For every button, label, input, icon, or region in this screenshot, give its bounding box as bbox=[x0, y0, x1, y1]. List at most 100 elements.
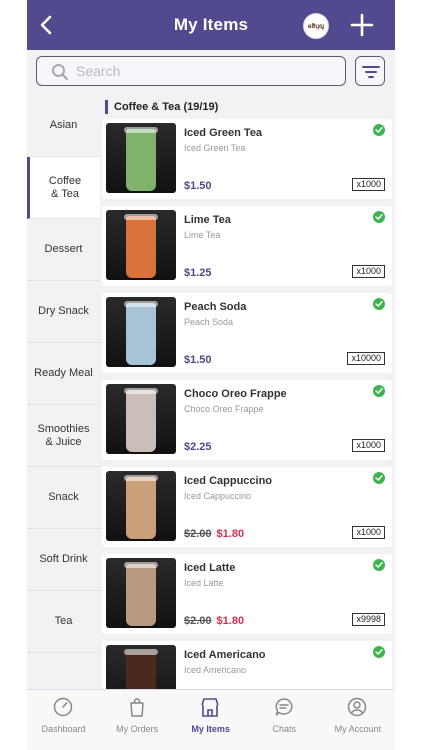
item-subtitle: Peach Soda bbox=[184, 317, 234, 327]
cup-lid bbox=[124, 475, 158, 481]
stock-badge: x9998 bbox=[352, 613, 385, 626]
category-item[interactable]: Ready Meal bbox=[27, 343, 100, 405]
tab-my-items[interactable]: My Items bbox=[174, 690, 247, 750]
item-card[interactable]: Choco Oreo Frappe Choco Oreo Frappe $2.2… bbox=[102, 380, 392, 460]
tab-dashboard[interactable]: Dashboard bbox=[27, 690, 100, 750]
item-card[interactable]: Iced Latte Iced Latte $2.00 $1.80 x9998 bbox=[102, 554, 392, 634]
item-photo bbox=[106, 471, 176, 541]
available-check-icon bbox=[373, 559, 385, 571]
category-sidebar: Asian Coffee & Tea Dessert Dry Snack Ready M… bbox=[27, 95, 100, 689]
item-price-row: $2.00 $1.80 bbox=[184, 615, 244, 627]
cup-lid bbox=[124, 388, 158, 394]
tab-label: My Items bbox=[191, 724, 230, 734]
stock-badge: x1000 bbox=[352, 439, 385, 452]
chat-icon bbox=[275, 698, 293, 716]
item-card[interactable]: Iced Green Tea Iced Green Tea $1.50 x100… bbox=[102, 119, 392, 199]
search-placeholder: Search bbox=[76, 63, 121, 79]
drink-cup bbox=[126, 564, 156, 626]
item-price-row: $1.50 bbox=[184, 354, 212, 366]
item-photo bbox=[106, 384, 176, 454]
category-item[interactable]: Snack bbox=[27, 467, 100, 529]
category-item[interactable]: Soft Drink bbox=[27, 529, 100, 591]
item-subtitle: Lime Tea bbox=[184, 230, 221, 240]
item-photo bbox=[106, 123, 176, 193]
bottom-tab-bar: Dashboard My Orders My Items Chats My Ac… bbox=[27, 689, 395, 750]
item-card[interactable]: Iced Cappuccino Iced Cappuccino $2.00 $1.… bbox=[102, 467, 392, 547]
cup-lid bbox=[124, 127, 158, 133]
store-logo[interactable]: ผลิบุญ bbox=[303, 13, 329, 39]
tab-label: My Orders bbox=[116, 724, 159, 734]
item-photo bbox=[106, 210, 176, 280]
item-card[interactable]: Lime Tea Lime Tea $1.25 x1000 bbox=[102, 206, 392, 286]
item-subtitle: Iced Americano bbox=[184, 665, 247, 675]
available-check-icon bbox=[373, 385, 385, 397]
item-price: $2.25 bbox=[184, 441, 212, 453]
item-subtitle: Choco Oreo Frappe bbox=[184, 404, 264, 414]
store-logo-text: ผลิบุญ bbox=[307, 24, 325, 30]
top-bar: My Items ผลิบุญ bbox=[27, 0, 395, 50]
item-price-row: $1.50 bbox=[184, 180, 212, 192]
cup-lid bbox=[124, 214, 158, 220]
item-subtitle: Iced Latte bbox=[184, 578, 224, 588]
drink-cup bbox=[126, 216, 156, 278]
drink-cup bbox=[126, 477, 156, 539]
item-price: $1.25 bbox=[184, 267, 212, 279]
available-check-icon bbox=[373, 211, 385, 223]
item-name: Lime Tea bbox=[184, 214, 231, 226]
stock-badge: x1000 bbox=[352, 178, 385, 191]
item-name: Iced Latte bbox=[184, 562, 236, 574]
item-sale-price: $1.80 bbox=[216, 528, 245, 540]
item-name: Choco Oreo Frappe bbox=[184, 388, 287, 400]
cup-lid bbox=[124, 562, 158, 568]
item-card[interactable]: Peach Soda Peach Soda $1.50 x10000 bbox=[102, 293, 392, 373]
item-price-row: $2.25 bbox=[184, 441, 212, 453]
filter-button[interactable] bbox=[355, 56, 385, 86]
item-sale-price: $1.80 bbox=[216, 615, 245, 627]
stock-badge: x1000 bbox=[352, 526, 385, 539]
item-name: Peach Soda bbox=[184, 301, 247, 313]
search-input[interactable]: Search bbox=[36, 56, 346, 86]
category-item[interactable]: Dry Snack bbox=[27, 281, 100, 343]
available-check-icon bbox=[373, 472, 385, 484]
filter-icon bbox=[362, 66, 380, 78]
page-title: My Items bbox=[173, 15, 249, 34]
item-original-price: $2.00 bbox=[184, 615, 212, 627]
store-icon bbox=[201, 698, 219, 717]
category-item[interactable]: Asian bbox=[27, 95, 100, 157]
item-price: $1.50 bbox=[184, 354, 212, 366]
tab-label: Chats bbox=[272, 724, 297, 734]
item-subtitle: Iced Green Tea bbox=[184, 143, 246, 153]
tab-chats[interactable]: Chats bbox=[248, 690, 321, 750]
item-name: Iced Cappuccino bbox=[184, 475, 273, 487]
account-icon bbox=[348, 697, 367, 717]
stock-badge: x1000 bbox=[352, 265, 385, 278]
tab-my-account[interactable]: My Account bbox=[321, 690, 394, 750]
bag-icon bbox=[129, 698, 144, 717]
category-item[interactable]: Coffee & Tea bbox=[27, 157, 100, 219]
drink-cup bbox=[126, 390, 156, 452]
item-price: $1.50 bbox=[184, 180, 212, 192]
category-item[interactable]: Tea bbox=[27, 591, 100, 653]
gauge-icon bbox=[53, 697, 73, 717]
cup-lid bbox=[124, 649, 158, 655]
tab-label: Dashboard bbox=[41, 724, 86, 734]
item-original-price: $2.00 bbox=[184, 528, 212, 540]
tab-my-orders[interactable]: My Orders bbox=[101, 690, 174, 750]
item-price-row: $1.25 bbox=[184, 267, 212, 279]
item-name: Iced Americano bbox=[184, 649, 266, 661]
add-item-button[interactable] bbox=[349, 12, 375, 38]
drink-cup bbox=[126, 129, 156, 191]
app-frame: My Items ผลิบุญ Search Asian Coffee & Tea… bbox=[27, 0, 395, 750]
available-check-icon bbox=[373, 646, 385, 658]
item-subtitle: Iced Cappuccino bbox=[184, 491, 252, 501]
category-item[interactable]: Dessert bbox=[27, 219, 100, 281]
cup-lid bbox=[124, 301, 158, 307]
category-item[interactable]: Smoothies & Juice bbox=[27, 405, 100, 467]
search-icon bbox=[52, 64, 68, 80]
available-check-icon bbox=[373, 298, 385, 310]
item-price-row: $2.00 $1.80 bbox=[184, 528, 244, 540]
stock-badge: x10000 bbox=[347, 352, 385, 365]
tab-label: My Account bbox=[334, 724, 382, 734]
item-photo bbox=[106, 558, 176, 628]
section-title: Coffee & Tea (19/19) bbox=[105, 100, 218, 114]
